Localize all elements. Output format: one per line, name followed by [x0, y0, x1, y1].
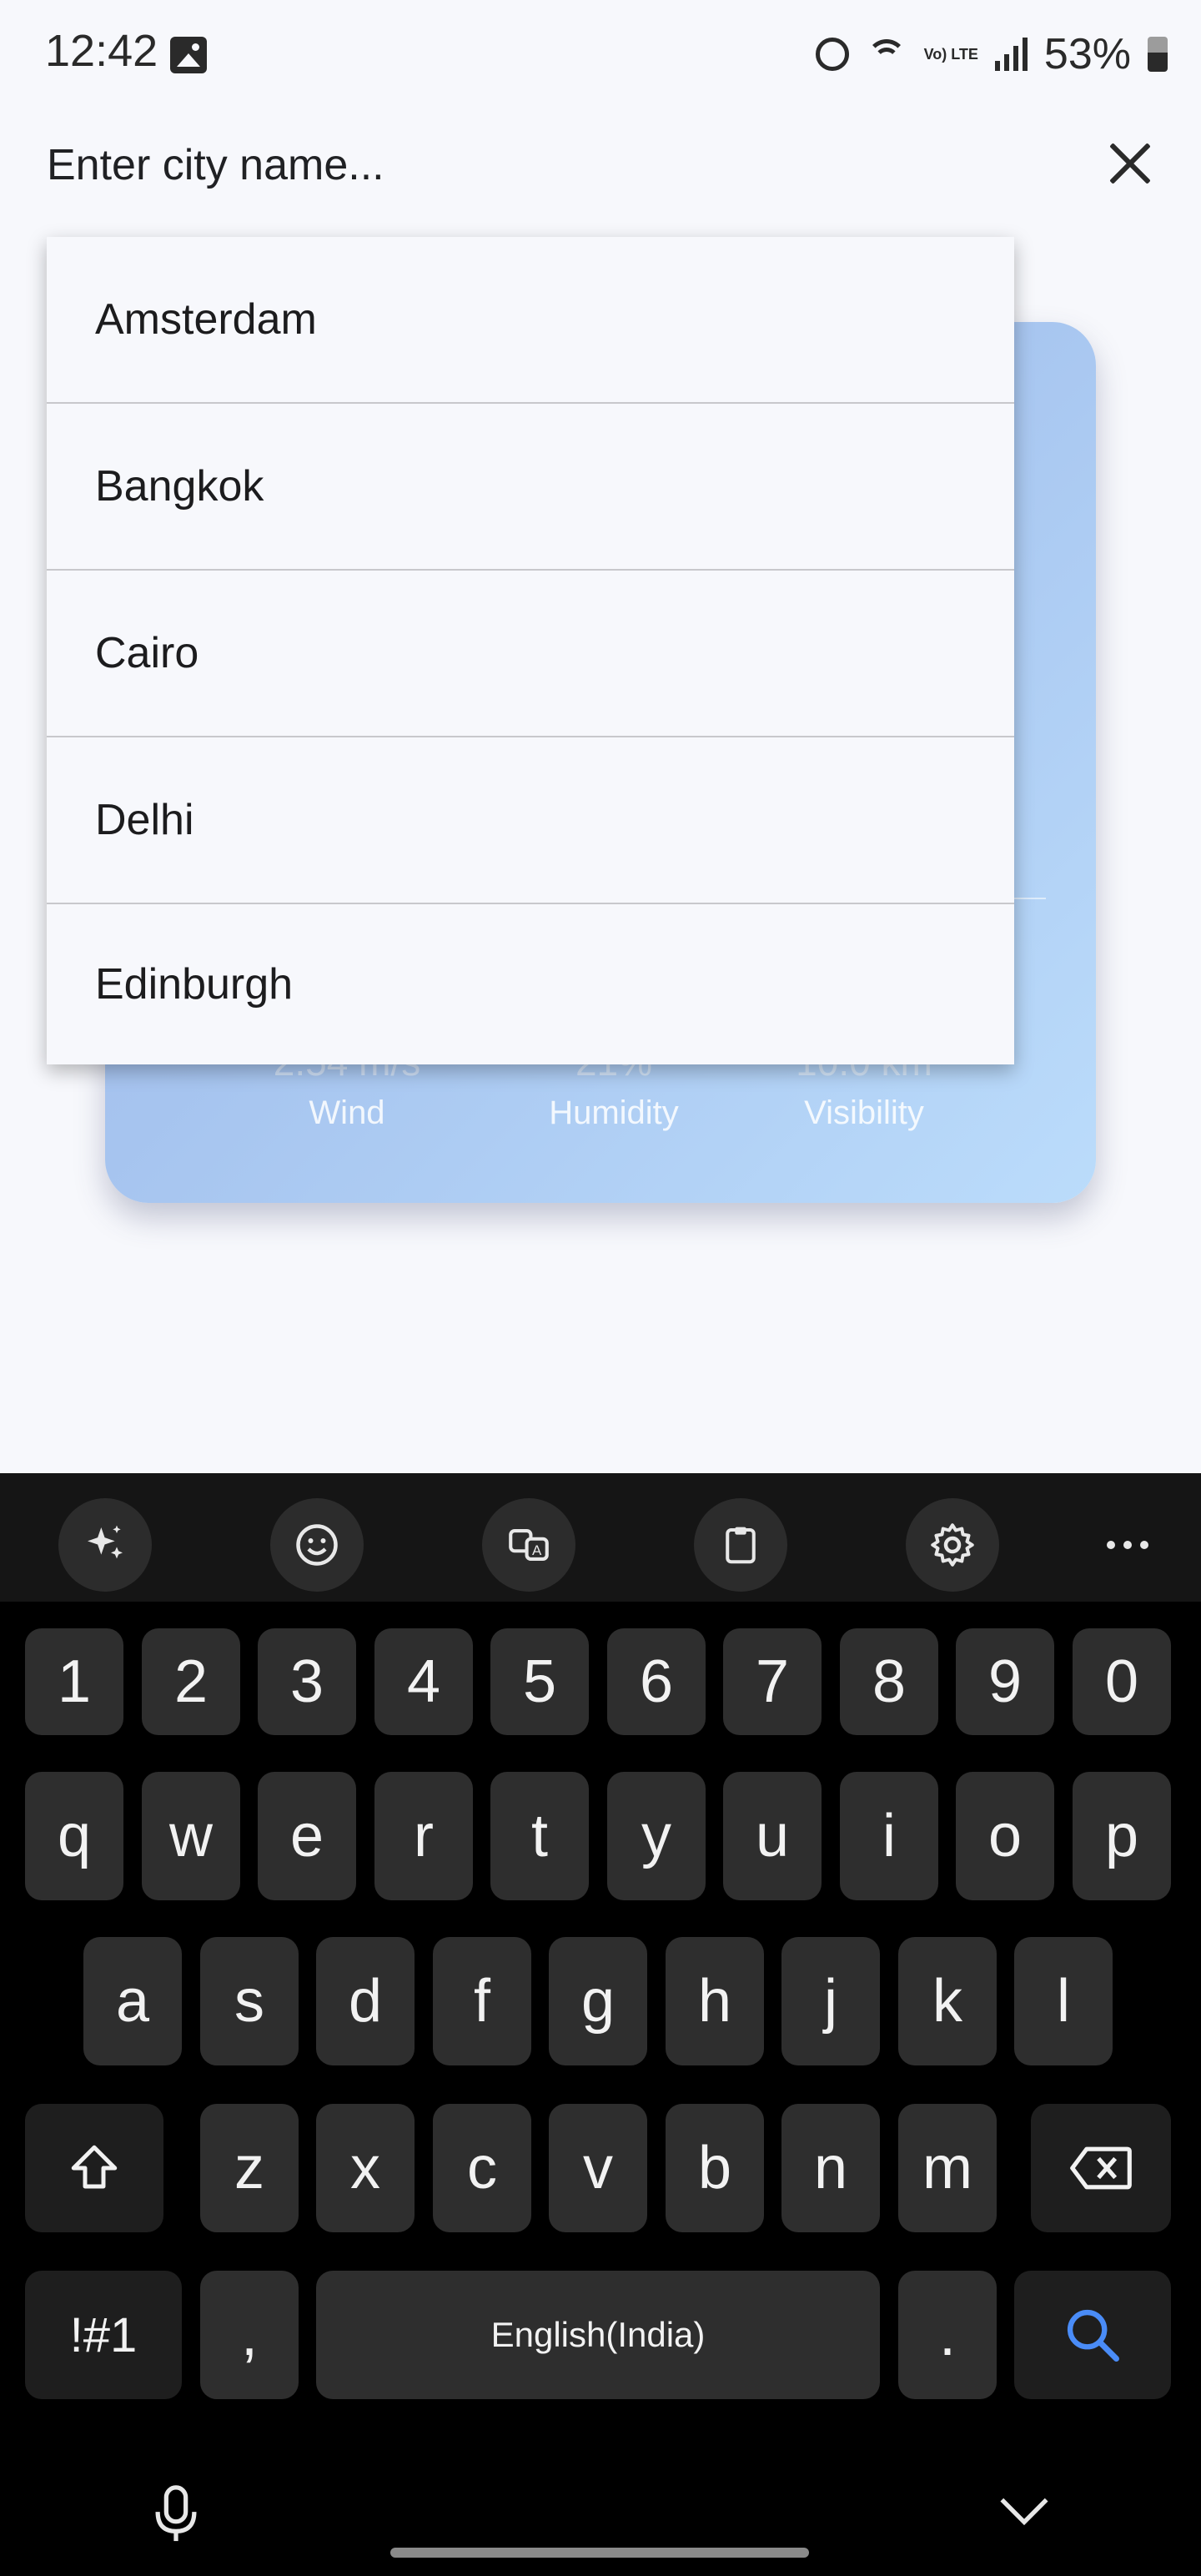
- shift-key[interactable]: [25, 2104, 163, 2232]
- key-4[interactable]: 4: [374, 1628, 473, 1735]
- key-0[interactable]: 0: [1073, 1628, 1171, 1735]
- key-s[interactable]: s: [200, 1937, 299, 2065]
- key-q[interactable]: q: [25, 1772, 123, 1900]
- humidity-label: Humidity: [549, 1094, 679, 1131]
- key-7[interactable]: 7: [723, 1628, 822, 1735]
- search-bar: [0, 108, 1201, 222]
- key-5[interactable]: 5: [490, 1628, 589, 1735]
- key-y[interactable]: y: [607, 1772, 706, 1900]
- suggestion-item[interactable]: Bangkok: [47, 404, 1014, 571]
- key-d[interactable]: d: [316, 1937, 415, 2065]
- key-p[interactable]: p: [1073, 1772, 1171, 1900]
- key-i[interactable]: i: [840, 1772, 938, 1900]
- comma-key[interactable]: ,: [200, 2271, 299, 2399]
- key-l[interactable]: l: [1014, 1937, 1113, 2065]
- status-time: 12:42: [45, 26, 158, 76]
- chevron-down-icon[interactable]: [997, 2494, 1051, 2532]
- key-9[interactable]: 9: [956, 1628, 1054, 1735]
- wind-label: Wind: [309, 1094, 385, 1131]
- key-h[interactable]: h: [666, 1937, 764, 2065]
- more-icon[interactable]: [1081, 1498, 1174, 1592]
- key-2[interactable]: 2: [142, 1628, 240, 1735]
- clipboard-icon[interactable]: [694, 1498, 787, 1592]
- ai-sparkle-icon[interactable]: [58, 1498, 152, 1592]
- key-k[interactable]: k: [898, 1937, 997, 2065]
- key-j[interactable]: j: [781, 1937, 880, 2065]
- key-m[interactable]: m: [898, 2104, 997, 2232]
- gallery-icon: [170, 37, 207, 73]
- key-o[interactable]: o: [956, 1772, 1054, 1900]
- search-icon: [1067, 2309, 1119, 2362]
- soft-keyboard: A 1 2 3 4 5 6 7 8 9 0 q w e r t y u i o …: [0, 1473, 1201, 2576]
- key-r[interactable]: r: [374, 1772, 473, 1900]
- svg-text:A: A: [532, 1542, 542, 1558]
- microphone-icon[interactable]: [147, 2483, 205, 2550]
- search-key[interactable]: [1014, 2271, 1171, 2399]
- key-t[interactable]: t: [490, 1772, 589, 1900]
- signal-icon: [994, 38, 1028, 71]
- suggestion-item[interactable]: Edinburgh: [47, 904, 1014, 1064]
- key-g[interactable]: g: [549, 1937, 647, 2065]
- suggestion-item[interactable]: Delhi: [47, 737, 1014, 904]
- symbols-key[interactable]: !#1: [25, 2271, 182, 2399]
- key-b[interactable]: b: [666, 2104, 764, 2232]
- backspace-key[interactable]: [1031, 2104, 1171, 2232]
- key-c[interactable]: c: [433, 2104, 531, 2232]
- city-search-input[interactable]: [47, 130, 1048, 200]
- status-bar: 12:42 Vo) LTE 53%: [0, 0, 1201, 108]
- keyboard-toolbar: A: [0, 1473, 1201, 1602]
- battery-percent: 53%: [1043, 30, 1131, 78]
- settings-icon[interactable]: [906, 1498, 999, 1592]
- key-n[interactable]: n: [781, 2104, 880, 2232]
- key-u[interactable]: u: [723, 1772, 822, 1900]
- emoji-icon[interactable]: [270, 1498, 364, 1592]
- period-key[interactable]: .: [898, 2271, 997, 2399]
- key-1[interactable]: 1: [25, 1628, 123, 1735]
- close-icon[interactable]: [1103, 135, 1159, 192]
- suggestion-item[interactable]: Amsterdam: [47, 237, 1014, 404]
- key-v[interactable]: v: [549, 2104, 647, 2232]
- backspace-icon: [1070, 2146, 1132, 2190]
- alarm-icon: [815, 38, 849, 71]
- key-3[interactable]: 3: [258, 1628, 356, 1735]
- key-e[interactable]: e: [258, 1772, 356, 1900]
- status-icons: Vo) LTE 53%: [815, 25, 1168, 83]
- key-8[interactable]: 8: [840, 1628, 938, 1735]
- city-suggestions-dropdown: Amsterdam Bangkok Cairo Delhi Edinburgh: [47, 237, 1014, 1064]
- key-6[interactable]: 6: [607, 1628, 706, 1735]
- space-key[interactable]: English(India): [316, 2271, 880, 2399]
- key-f[interactable]: f: [433, 1937, 531, 2065]
- key-x[interactable]: x: [316, 2104, 415, 2232]
- volte-icon: Vo) LTE: [923, 46, 978, 63]
- translate-icon[interactable]: A: [482, 1498, 575, 1592]
- key-z[interactable]: z: [200, 2104, 299, 2232]
- suggestion-item[interactable]: Cairo: [47, 571, 1014, 737]
- shift-icon: [71, 2145, 118, 2189]
- visibility-label: Visibility: [804, 1094, 924, 1131]
- home-indicator[interactable]: [390, 2548, 809, 2558]
- key-w[interactable]: w: [142, 1772, 240, 1900]
- battery-icon: [1148, 37, 1168, 72]
- wifi-icon: [866, 38, 907, 71]
- key-a[interactable]: a: [83, 1937, 182, 2065]
